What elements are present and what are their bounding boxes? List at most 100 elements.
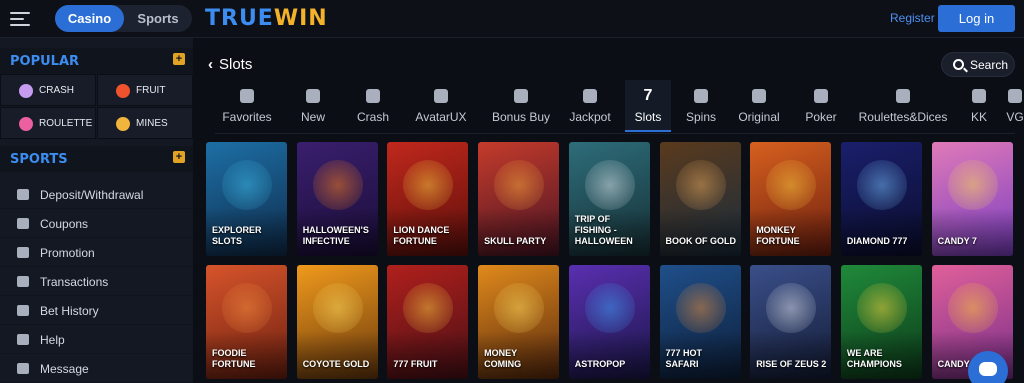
sidebar-item-label: Coupons bbox=[40, 217, 89, 231]
game-card[interactable]: Coyote Gold bbox=[296, 265, 378, 379]
game-card[interactable]: Lion Dance Fortune bbox=[387, 142, 469, 256]
card-shade bbox=[296, 331, 378, 379]
sidebar-item-deposit-withdrawal[interactable]: Deposit/Withdrawal bbox=[0, 180, 193, 209]
tab-slots[interactable]: 7 Slots bbox=[625, 80, 671, 132]
popular-title: POPULAR bbox=[10, 54, 80, 69]
game-art-glow bbox=[947, 283, 998, 333]
avatarux-icon bbox=[433, 88, 449, 104]
tab-spins[interactable]: Spins bbox=[678, 80, 724, 132]
card-shade bbox=[659, 208, 741, 256]
popular-expand-icon[interactable]: + bbox=[173, 53, 185, 65]
sidebar: POPULAR + CRASH FRUIT ROULETTE MINES SPORTS… bbox=[0, 38, 193, 383]
search-icon bbox=[953, 59, 964, 70]
game-art-glow bbox=[947, 160, 998, 210]
game-title: Halloween's Infective bbox=[302, 225, 369, 246]
login-button[interactable]: Log in bbox=[938, 5, 1015, 32]
register-link[interactable]: Register bbox=[890, 11, 935, 25]
game-card[interactable]: Explorer Slots bbox=[206, 142, 287, 256]
game-card[interactable]: Money Coming bbox=[478, 265, 560, 379]
sports-tab[interactable]: Sports bbox=[124, 5, 192, 32]
tab-label: AvatarUX bbox=[415, 110, 467, 124]
card-shade bbox=[568, 331, 650, 379]
game-card[interactable]: 777 Fruit bbox=[387, 265, 469, 379]
popular-game-roulette[interactable]: ROULETTE bbox=[0, 107, 96, 139]
sidebar-item-label: Deposit/Withdrawal bbox=[40, 188, 144, 202]
game-title: Lion Dance Fortune bbox=[393, 225, 450, 246]
mine-icon bbox=[116, 117, 130, 131]
game-card[interactable]: Foodie Fortune bbox=[206, 265, 287, 379]
tab-avatarux[interactable]: AvatarUX bbox=[405, 80, 477, 132]
game-card[interactable]: We Are Champions bbox=[840, 265, 922, 379]
game-card[interactable]: Monkey Fortune bbox=[750, 142, 832, 256]
tab-label: VG bbox=[1006, 110, 1024, 124]
game-title: We Are Champions bbox=[846, 348, 902, 369]
popular-game-crash[interactable]: CRASH bbox=[0, 74, 96, 106]
tab-label: Original bbox=[738, 110, 780, 124]
sidebar-item-bet-history[interactable]: Bet History bbox=[0, 296, 193, 325]
sidebar-item-coupons[interactable]: Coupons bbox=[0, 209, 193, 238]
chat-bubble-icon bbox=[979, 362, 997, 376]
page-title[interactable]: ‹ Slots bbox=[208, 56, 252, 73]
game-card[interactable]: 777 Hot Safari bbox=[659, 265, 741, 379]
tab-jackpot[interactable]: Jackpot bbox=[562, 80, 618, 132]
card-shade bbox=[931, 208, 1013, 256]
casino-tab[interactable]: Casino bbox=[55, 5, 124, 32]
tab-crash[interactable]: Crash bbox=[347, 80, 399, 132]
sidebar-item-label: Help bbox=[40, 333, 65, 347]
history-icon bbox=[17, 305, 29, 316]
page-title-text: Slots bbox=[219, 56, 253, 73]
tab-label: Crash bbox=[356, 110, 389, 124]
search-button[interactable]: Search bbox=[941, 52, 1015, 77]
tab-favorites[interactable]: Favorites bbox=[215, 80, 279, 132]
game-card[interactable]: Rise of Zeus 2 bbox=[750, 265, 832, 379]
tab-vg[interactable]: VG bbox=[1003, 80, 1024, 132]
brand-logo[interactable]: TRUEWIN bbox=[205, 6, 328, 31]
sidebar-item-message[interactable]: Message bbox=[0, 354, 193, 383]
badge-icon bbox=[305, 88, 321, 104]
rocket-icon bbox=[19, 84, 33, 98]
card-icon bbox=[813, 88, 829, 104]
card-shade bbox=[840, 208, 922, 256]
game-card[interactable]: Candy 7 bbox=[931, 142, 1013, 256]
tab-original[interactable]: Original bbox=[727, 80, 791, 132]
roulette-icon bbox=[19, 117, 33, 131]
tab-bonus-buy[interactable]: Bonus Buy bbox=[483, 80, 559, 132]
tab-label: Jackpot bbox=[569, 110, 611, 124]
tab-label: KK bbox=[970, 110, 987, 124]
chat-support-button[interactable] bbox=[968, 351, 1008, 383]
tab-poker[interactable]: Poker bbox=[798, 80, 844, 132]
popular-game-label: FRUIT bbox=[136, 85, 166, 96]
tab-label: Slots bbox=[634, 110, 662, 124]
game-art-glow bbox=[312, 160, 363, 210]
game-card[interactable]: Skull Party bbox=[478, 142, 560, 256]
game-title: Explorer Slots bbox=[212, 225, 262, 246]
game-card[interactable]: Halloween's Infective bbox=[296, 142, 378, 256]
tab-kk[interactable]: KK bbox=[964, 80, 994, 132]
sidebar-item-help[interactable]: Help bbox=[0, 325, 193, 354]
game-card[interactable]: Trip of Fishing -Halloween bbox=[568, 142, 650, 256]
popular-game-mines[interactable]: MINES bbox=[97, 107, 193, 139]
game-art-glow bbox=[584, 283, 635, 333]
game-card[interactable]: Astropop bbox=[568, 265, 650, 379]
game-title: Monkey Fortune bbox=[756, 225, 800, 246]
game-title: Foodie Fortune bbox=[212, 348, 256, 369]
sidebar-item-promotion[interactable]: Promotion bbox=[0, 238, 193, 267]
tab-new[interactable]: New bbox=[287, 80, 339, 132]
game-title: Book of Gold bbox=[665, 236, 737, 246]
sidebar-item-transactions[interactable]: Transactions bbox=[0, 267, 193, 296]
popular-game-fruit[interactable]: FRUIT bbox=[97, 74, 193, 106]
popular-game-label: ROULETTE bbox=[39, 118, 93, 129]
card-shade bbox=[478, 208, 560, 256]
tab-roulettes-dices[interactable]: Roulettes&Dices bbox=[847, 80, 959, 132]
hamburger-menu-icon[interactable] bbox=[10, 10, 32, 28]
wallet-icon bbox=[17, 189, 29, 200]
game-card[interactable]: Book of Gold bbox=[659, 142, 741, 256]
game-title: Astropop bbox=[574, 359, 626, 369]
game-card[interactable]: Diamond 777 bbox=[840, 142, 922, 256]
sports-expand-icon[interactable]: + bbox=[173, 151, 185, 163]
back-chevron-icon[interactable]: ‹ bbox=[208, 56, 213, 73]
original-icon bbox=[751, 88, 767, 104]
game-art-glow bbox=[675, 160, 726, 210]
sports-title: SPORTS bbox=[10, 152, 68, 167]
sidebar-item-label: Message bbox=[40, 362, 89, 376]
